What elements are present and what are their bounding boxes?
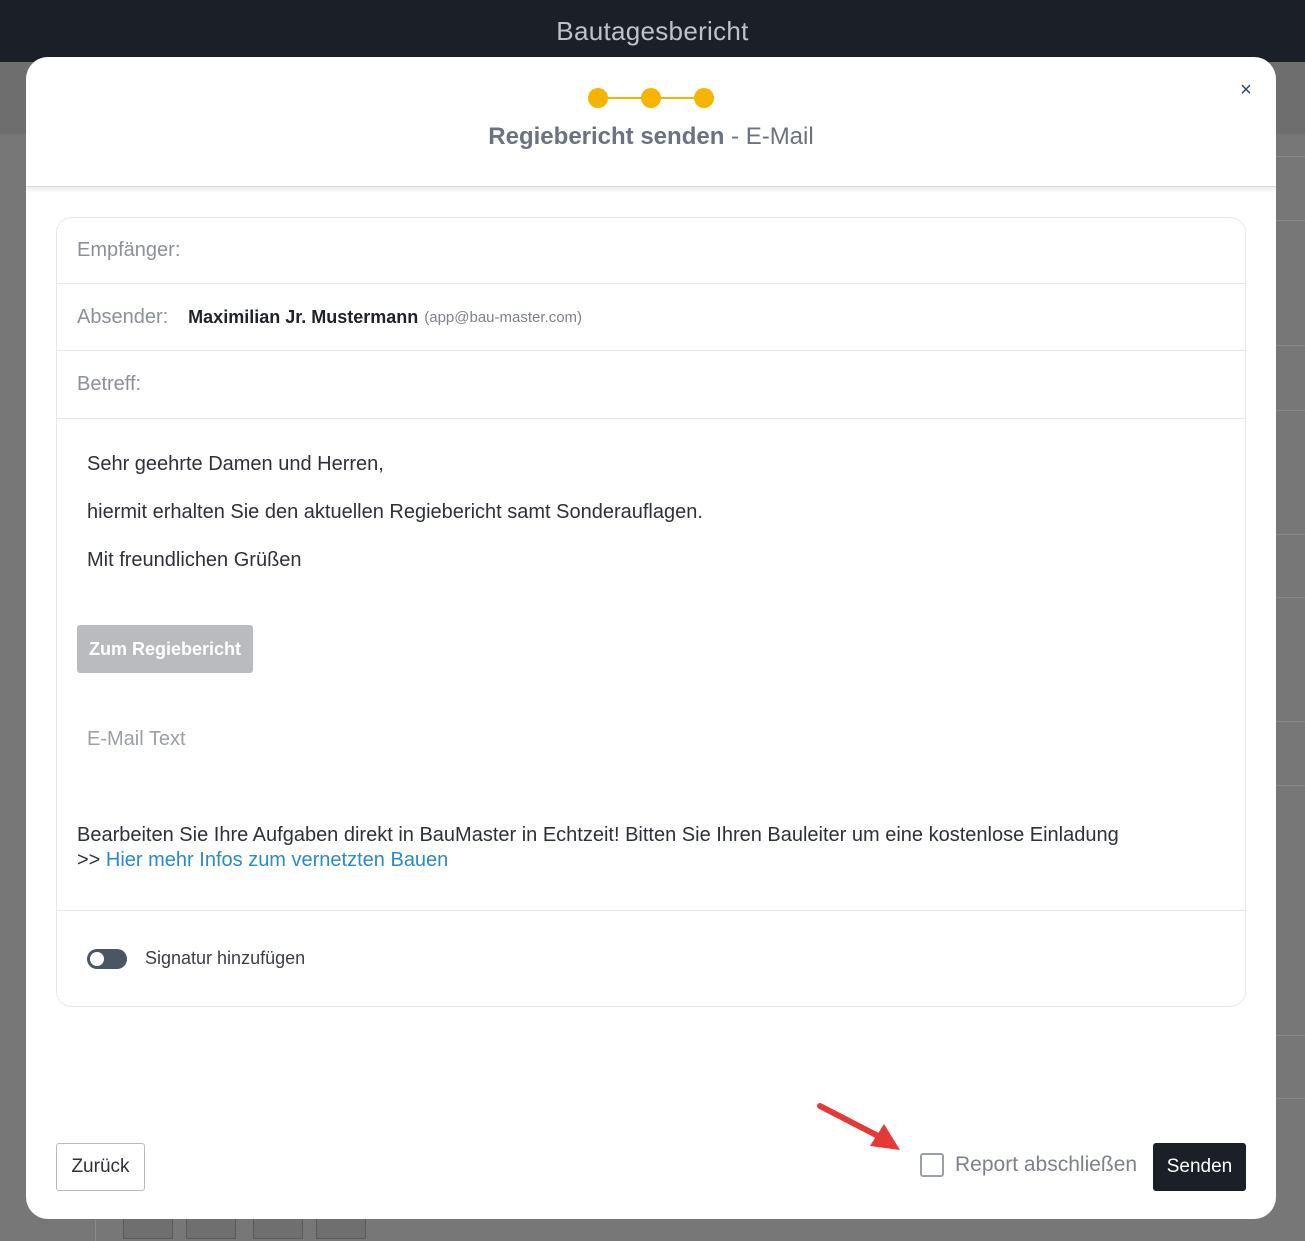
- recipient-label: Empfänger:: [77, 239, 181, 261]
- bg-divider: [1275, 785, 1305, 786]
- body-greeting: Sehr geehrte Damen und Herren,: [87, 453, 384, 475]
- subject-field[interactable]: Betreff:: [57, 351, 1245, 419]
- email-body[interactable]: Sehr geehrte Damen und Herren, hiermit e…: [57, 419, 1245, 911]
- bg-box-button: [186, 1219, 236, 1239]
- bg-divider: [1275, 721, 1305, 722]
- modal-title-suffix: - E-Mail: [724, 123, 814, 150]
- bg-divider: [1275, 1098, 1305, 1099]
- bg-divider: [1275, 1035, 1305, 1036]
- bg-divider: [95, 1219, 96, 1241]
- bg-divider: [1275, 534, 1305, 535]
- open-report-button[interactable]: Zum Regiebericht: [77, 625, 253, 673]
- subject-label: Betreff:: [77, 373, 142, 395]
- bg-divider: [1275, 410, 1305, 411]
- signature-row: Signatur hinzufügen: [57, 911, 1245, 1006]
- bg-divider: [1275, 220, 1305, 221]
- sender-email: (app@bau-master.com): [424, 308, 583, 326]
- finish-report-label[interactable]: Report abschließen: [955, 1153, 1137, 1177]
- promo-prefix: >>: [77, 849, 106, 871]
- sender-field: Absender: Maximilian Jr. Mustermann (app…: [57, 284, 1245, 351]
- modal-title: Regiebericht senden - E-Mail: [26, 123, 1276, 151]
- body-closing: Mit freundlichen Grüßen: [87, 549, 302, 571]
- signature-toggle[interactable]: [87, 948, 127, 969]
- body-message: hiermit erhalten Sie den aktuellen Regie…: [87, 501, 703, 523]
- sender-label: Absender:: [77, 305, 169, 328]
- promo-text: Bearbeiten Sie Ihre Aufgaben direkt in B…: [77, 823, 1119, 873]
- bg-divider: [1275, 597, 1305, 598]
- finish-report-option[interactable]: Report abschließen: [920, 1153, 1137, 1177]
- step-connector: [606, 97, 642, 99]
- recipient-field[interactable]: Empfänger:: [57, 218, 1245, 284]
- app-header: Bautagesbericht: [0, 0, 1305, 62]
- email-form: Empfänger: Absender: Maximilian Jr. Must…: [56, 217, 1246, 1007]
- signature-label: Signatur hinzufügen: [145, 948, 306, 968]
- bg-attach-button: [123, 1219, 173, 1239]
- step-1-dot: [588, 88, 608, 108]
- promo-link[interactable]: Hier mehr Infos zum vernetzten Bauen: [106, 849, 448, 871]
- step-3-dot: [694, 88, 714, 108]
- send-report-modal: Regiebericht senden - E-Mail × Empfänger…: [26, 57, 1276, 1219]
- finish-report-checkbox[interactable]: [920, 1153, 944, 1177]
- step-connector: [660, 97, 696, 99]
- modal-title-main: Regiebericht senden: [488, 123, 725, 150]
- bg-divider: [1275, 156, 1305, 157]
- annotation-arrow-icon: [817, 1103, 900, 1150]
- app-title: Bautagesbericht: [556, 15, 749, 46]
- bg-camera-button: [253, 1219, 303, 1239]
- send-button[interactable]: Senden: [1153, 1143, 1246, 1191]
- promo-message: Bearbeiten Sie Ihre Aufgaben direkt in B…: [77, 824, 1119, 846]
- bg-divider: [1275, 345, 1305, 346]
- toggle-knob: [90, 951, 104, 966]
- close-icon[interactable]: ×: [1236, 79, 1256, 101]
- email-text-input[interactable]: [87, 725, 687, 753]
- back-button[interactable]: Zurück: [56, 1143, 145, 1191]
- bg-camera-button: [316, 1219, 366, 1239]
- step-2-dot: [641, 88, 661, 108]
- modal-header: Regiebericht senden - E-Mail ×: [26, 57, 1276, 187]
- sender-name: Maximilian Jr. Mustermann: [188, 306, 419, 327]
- progress-stepper: [588, 88, 714, 108]
